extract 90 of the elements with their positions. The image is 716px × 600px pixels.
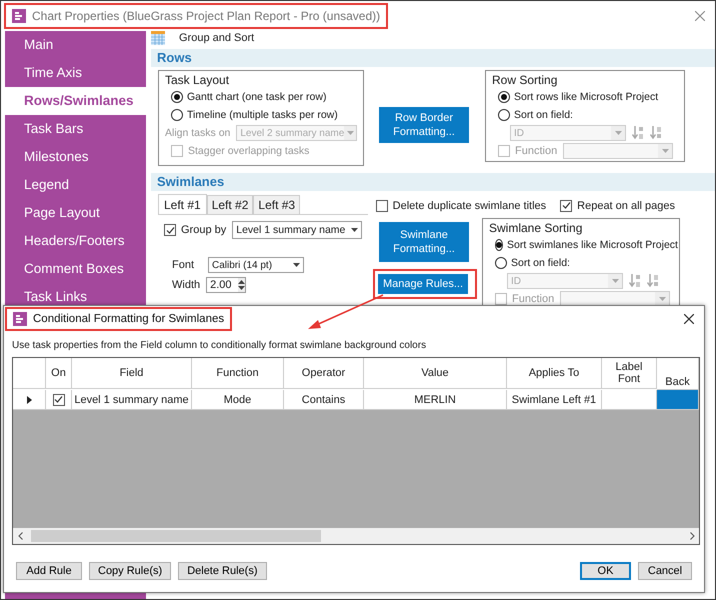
- tab[interactable]: Left #2: [206, 195, 254, 214]
- option-label: Gantt chart (one task per row): [187, 91, 326, 103]
- group-title: Swimlane Sorting: [489, 221, 584, 235]
- checkbox[interactable]: [164, 224, 176, 236]
- checkbox-label: Function: [515, 145, 558, 157]
- column-header: Field: [72, 358, 192, 389]
- calendar-icon: [151, 31, 165, 45]
- sort-icon: [629, 273, 641, 289]
- sidebar-item[interactable]: Legend: [5, 171, 146, 199]
- section-header: Rows: [151, 49, 715, 67]
- rule-button[interactable]: Add Rule: [16, 562, 82, 580]
- tab[interactable]: Left #3: [253, 195, 300, 214]
- table-cell: Mode: [192, 390, 284, 410]
- table-cell: Swimlane Left #1: [507, 390, 602, 410]
- option-label: Sort swimlanes like Microsoft Project: [507, 239, 678, 251]
- column-header: Value: [364, 358, 507, 389]
- tab[interactable]: Left #1: [158, 194, 207, 214]
- sort-icon: [650, 125, 662, 141]
- column-header: Label Font: [602, 358, 657, 389]
- close-icon[interactable]: [684, 314, 694, 324]
- radio-button[interactable]: [498, 91, 510, 103]
- rule-button[interactable]: Delete Rule(s): [178, 562, 266, 580]
- row-border-button[interactable]: Row Border Formatting...: [379, 107, 469, 143]
- caret-icon: [614, 131, 622, 135]
- checkbox-label: Stagger overlapping tasks: [188, 145, 310, 157]
- sort-icon: [647, 273, 659, 289]
- toolbar-label: Group and Sort: [179, 32, 254, 44]
- sidebar-item[interactable]: Headers/Footers: [5, 227, 146, 255]
- radio-button[interactable]: [495, 239, 503, 251]
- caret-icon: [292, 263, 300, 267]
- option-label: Sort on field:: [511, 257, 570, 269]
- cancel-button[interactable]: Cancel: [638, 562, 692, 580]
- font-dropdown[interactable]: Calibri (14 pt): [208, 257, 304, 273]
- group-by-dropdown[interactable]: Level 1 summary name: [232, 221, 362, 239]
- checkbox[interactable]: [52, 394, 64, 406]
- sort-icon: [632, 125, 644, 141]
- swimlane-formatting-button[interactable]: Swimlane Formatting...: [379, 222, 469, 262]
- group-title: Row Sorting: [492, 73, 558, 87]
- caret-icon: [350, 228, 358, 232]
- sidebar-item[interactable]: Time Axis: [5, 59, 146, 87]
- checkbox-label: Function: [512, 293, 554, 305]
- sidebar-item[interactable]: Page Layout: [5, 199, 146, 227]
- field-label: Font: [172, 259, 194, 271]
- caret-icon: [662, 149, 669, 153]
- option-label: Sort on field:: [514, 109, 573, 121]
- option-label: Timeline (multiple tasks per row): [187, 109, 338, 121]
- app-icon: [13, 312, 27, 326]
- window-title: Chart Properties (BlueGrass Project Plan Report - Pro (unsaved)): [32, 9, 380, 23]
- radio-button[interactable]: [495, 257, 507, 269]
- width-spinner[interactable]: 2.00: [206, 277, 246, 293]
- column-header: Function: [192, 358, 284, 389]
- rule-button[interactable]: Copy Rule(s): [89, 562, 172, 580]
- column-header: Operator: [284, 358, 364, 389]
- radio-button[interactable]: [171, 91, 183, 103]
- caret-icon: [612, 279, 618, 283]
- sidebar-item[interactable]: Milestones: [5, 143, 146, 171]
- table-cell: Level 1 summary name: [72, 390, 192, 410]
- checkbox-label: Repeat on all pages: [577, 200, 675, 212]
- group-title: Task Layout: [165, 73, 230, 87]
- caret-icon: [658, 297, 666, 301]
- ok-button[interactable]: OK: [580, 562, 631, 580]
- sidebar-item[interactable]: Main: [5, 31, 146, 59]
- table-cell: MERLIN: [364, 390, 507, 410]
- radio-button[interactable]: [498, 109, 510, 121]
- header-cell: [13, 358, 46, 389]
- app-icon: [12, 9, 26, 23]
- scrollbar[interactable]: [13, 528, 699, 544]
- caret-icon: [346, 131, 354, 135]
- color-swatch[interactable]: [657, 390, 699, 410]
- dialog-title: Conditional Formatting for Swimlanes: [33, 313, 224, 325]
- checkbox-label: Delete duplicate swimlane titles: [392, 200, 546, 212]
- column-header: Applies To: [507, 358, 602, 389]
- option-label: Sort rows like Microsoft Project: [514, 91, 658, 103]
- sidebar-item[interactable]: Task Bars: [5, 115, 146, 143]
- column-header: On: [46, 358, 72, 389]
- checkbox-label: Group by: [181, 224, 226, 236]
- checkbox[interactable]: [560, 200, 572, 212]
- scroll-left-icon[interactable]: [18, 532, 22, 540]
- section-header: Swimlanes: [151, 173, 715, 191]
- manage-rules-button[interactable]: Manage Rules...: [378, 274, 468, 294]
- description: Use task properties from the Field column to conditionally format swimlane background colors: [11, 339, 428, 353]
- field-label: Width: [172, 279, 200, 291]
- scroll-right-icon[interactable]: [690, 532, 694, 540]
- row-header-cell[interactable]: [13, 390, 46, 410]
- radio-button[interactable]: [171, 109, 183, 121]
- table-cell: Contains: [284, 390, 364, 410]
- sidebar-item[interactable]: Comment Boxes: [5, 255, 146, 283]
- checkbox[interactable]: [376, 200, 388, 212]
- field-label: Align tasks on: [165, 127, 230, 139]
- sidebar-item[interactable]: Rows/Swimlanes: [5, 87, 146, 115]
